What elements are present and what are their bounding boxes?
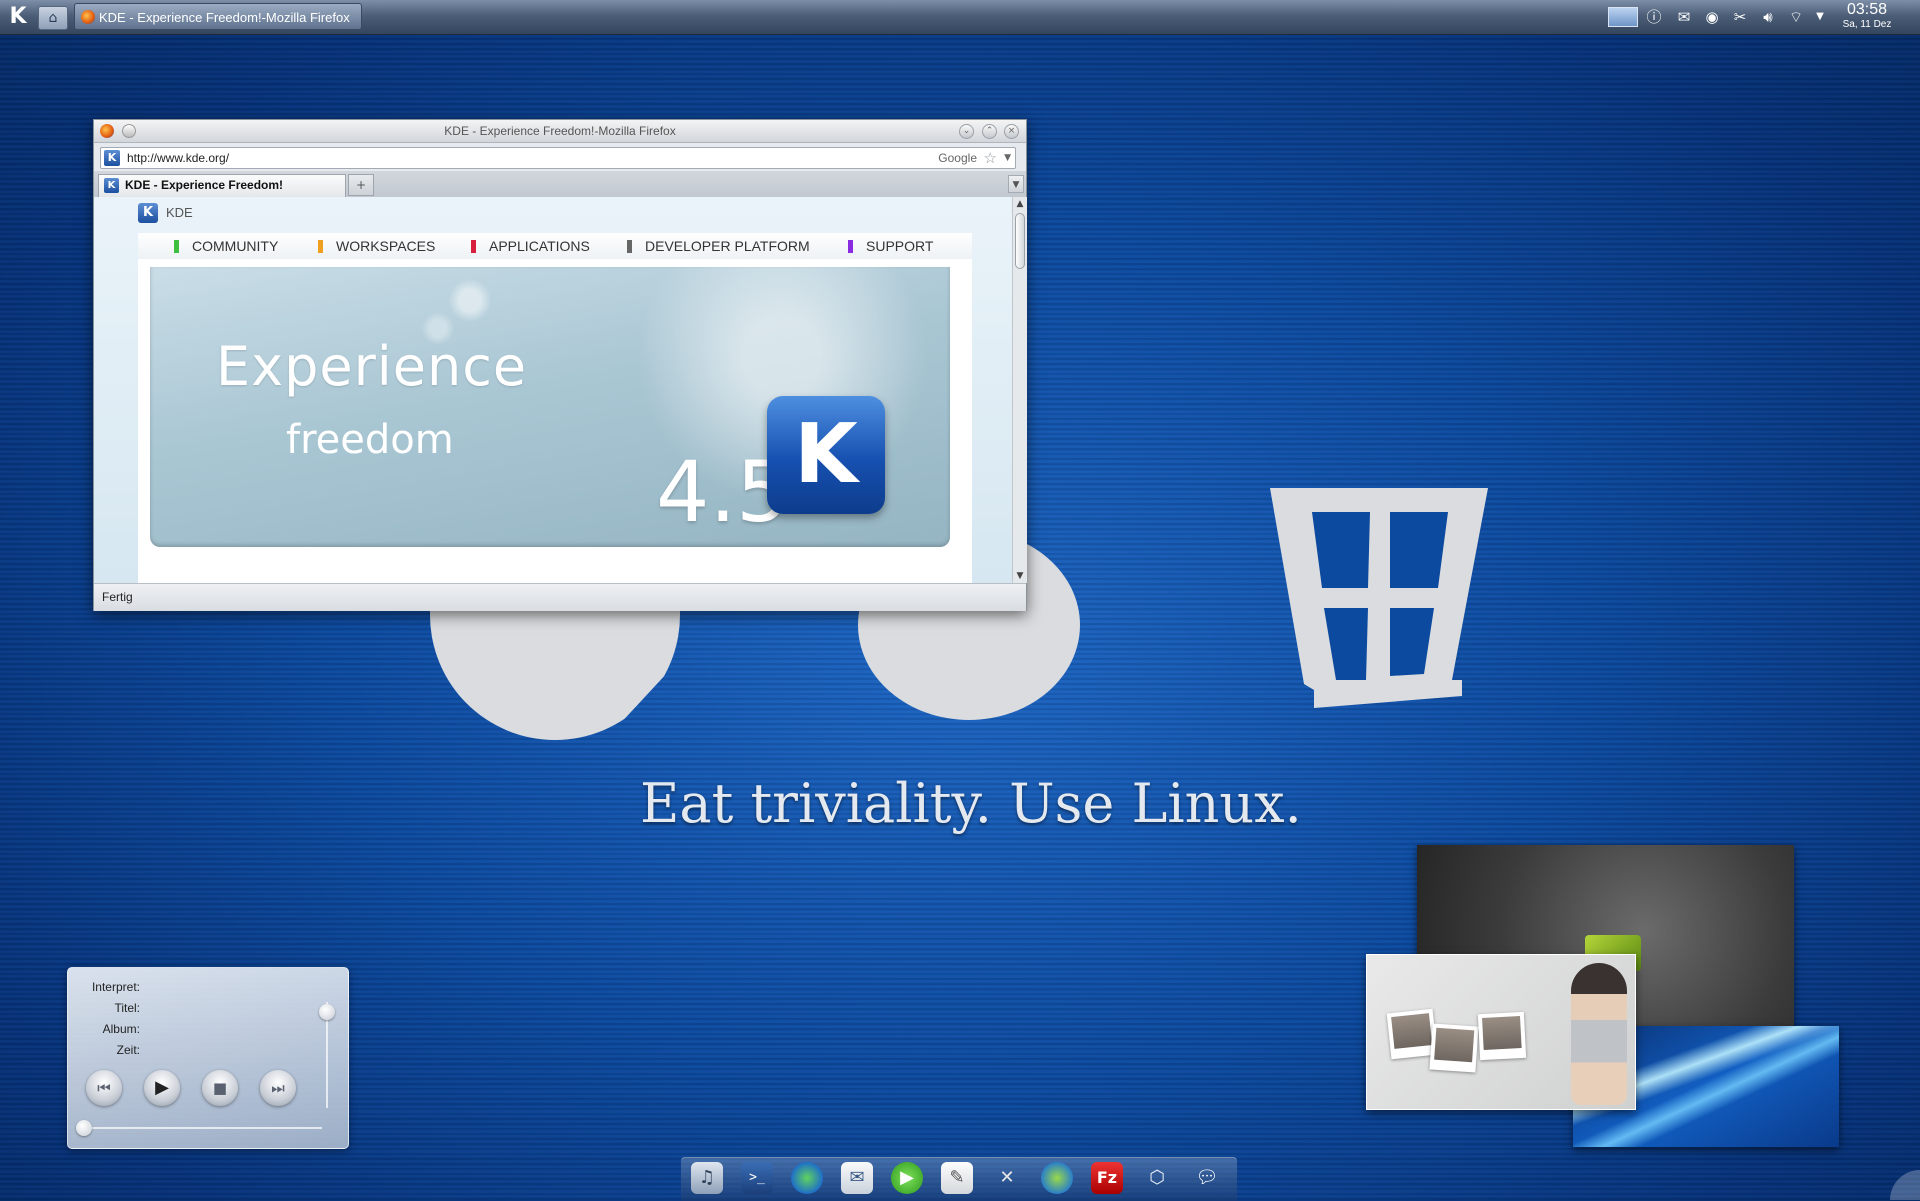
kde-banner[interactable]: Experience freedom 4.5 K <box>150 267 950 547</box>
media-player-widget[interactable]: Interpret: Titel: Album: Zeit: ⏮ ▶ ■ ⏭ <box>67 967 349 1149</box>
clock-time: 03:58 <box>1846 1 1888 18</box>
taskbar-task-label: KDE - Experience Freedom!-Mozilla Firefo… <box>99 10 350 25</box>
stop-button[interactable]: ■ <box>202 1070 238 1106</box>
previous-track-button[interactable]: ⏮ <box>86 1070 122 1106</box>
kde-gear-logo-icon: K <box>767 396 885 514</box>
tray-expand-icon[interactable]: ▼ <box>1808 4 1832 30</box>
top-panel: K ⌂ KDE - Experience Freedom!-Mozilla Fi… <box>0 0 1920 35</box>
nav-label: COMMUNITY <box>192 238 279 254</box>
seek-slider-handle[interactable] <box>76 1120 92 1136</box>
update-icon[interactable]: ◉ <box>1700 4 1724 30</box>
album-label: Album: <box>102 1022 140 1036</box>
photo-frame-woman[interactable] <box>1366 954 1636 1110</box>
status-text: Fertig <box>102 590 133 604</box>
volume-icon[interactable]: 🔊︎ <box>1756 4 1780 30</box>
wifi-icon[interactable]: ⌔ <box>1784 4 1808 30</box>
url-text[interactable]: http://www.kde.org/ <box>127 148 229 168</box>
firefox-window[interactable]: KDE - Experience Freedom!-Mozilla Firefo… <box>93 119 1027 611</box>
tab-bar: K KDE - Experience Freedom! + ▼ <box>94 171 1026 198</box>
tools-icon[interactable]: ✕ <box>991 1162 1023 1194</box>
window-title: KDE - Experience Freedom!-Mozilla Firefo… <box>444 124 676 138</box>
wallpaper-glass-icon <box>1266 484 1492 714</box>
maximize-button[interactable]: ⌃ <box>982 124 997 139</box>
new-tab-button[interactable]: + <box>348 174 374 196</box>
woman-figure <box>1571 963 1627 1105</box>
play-icon[interactable]: ▶ <box>891 1162 923 1194</box>
vertical-scrollbar[interactable]: ▲ ▼ <box>1012 197 1027 583</box>
nav-label: APPLICATIONS <box>489 238 590 254</box>
window-titlebar[interactable]: KDE - Experience Freedom!-Mozilla Firefo… <box>94 120 1026 143</box>
clock-date: Sa, 11 Dez <box>1842 19 1892 30</box>
next-track-button[interactable]: ⏭ <box>260 1070 296 1106</box>
digital-clock[interactable]: 03:58 Sa, 11 Dez <box>1832 1 1902 31</box>
search-engine-label[interactable]: Google <box>938 148 977 168</box>
package-icon[interactable]: ⬡ <box>1141 1162 1173 1194</box>
terminal-icon[interactable]: >_ <box>741 1162 773 1194</box>
nav-label: WORKSPACES <box>336 238 436 254</box>
nav-label: SUPPORT <box>866 238 934 254</box>
tab-title: KDE - Experience Freedom! <box>125 178 284 192</box>
banner-headline: Experience <box>216 335 528 398</box>
status-bar: Fertig <box>94 583 1026 611</box>
kde-logo-icon[interactable]: K <box>138 203 158 223</box>
chat-icon[interactable]: 💬︎ <box>1191 1162 1223 1194</box>
nav-color-bar <box>848 240 853 253</box>
nav-color-bar <box>627 240 632 253</box>
wallpaper-slogan: Eat triviality. Use Linux. <box>640 772 1302 835</box>
page-content: K KDE COMMUNITY WORKSPACES APPLICATIONS … <box>94 197 1012 583</box>
nav-support[interactable]: SUPPORT <box>848 233 933 259</box>
banner-subline: freedom <box>286 417 454 463</box>
tab-list-button[interactable]: ▼ <box>1008 175 1024 193</box>
application-dock: ♫ >_ ✉ ▶ ✎ ✕ Fz ⬡ 💬︎ <box>681 1157 1237 1201</box>
tab-kde[interactable]: K KDE - Experience Freedom! <box>98 174 346 197</box>
nav-community[interactable]: COMMUNITY <box>174 233 278 259</box>
speaker-icon[interactable]: ♫ <box>691 1162 723 1194</box>
close-button[interactable]: × <box>1004 124 1019 139</box>
nav-color-bar <box>318 240 323 253</box>
scroll-up-icon[interactable]: ▲ <box>1013 197 1027 211</box>
seek-slider-track[interactable] <box>82 1127 322 1129</box>
volume-slider-handle[interactable] <box>319 1004 335 1020</box>
glass-shape <box>1270 488 1488 708</box>
site-name[interactable]: KDE <box>166 203 193 223</box>
url-history-dropdown-icon[interactable]: ▼ <box>1004 148 1011 168</box>
mail-notifier-icon[interactable]: ✉ <box>1672 4 1696 30</box>
globe-icon[interactable] <box>791 1162 823 1194</box>
filezilla-icon[interactable]: Fz <box>1091 1162 1123 1194</box>
title-label: Titel: <box>114 1001 140 1015</box>
nav-workspaces[interactable]: WORKSPACES <box>318 233 435 259</box>
polaroid-photo <box>1429 1023 1479 1073</box>
banner-container: Experience freedom 4.5 K <box>138 259 972 583</box>
desktop-toolbox-corner[interactable] <box>1890 1170 1920 1200</box>
home-folder-button[interactable]: ⌂ <box>38 6 68 30</box>
scrollbar-thumb[interactable] <box>1015 213 1025 269</box>
url-bar[interactable]: K http://www.kde.org/ Google ☆ ▼ <box>100 147 1016 169</box>
nav-label: DEVELOPER PLATFORM <box>645 238 810 254</box>
navigation-toolbar: K http://www.kde.org/ Google ☆ ▼ <box>94 143 1026 171</box>
kde-favicon-icon: K <box>104 178 119 193</box>
firefox-icon <box>81 10 95 24</box>
artist-label: Interpret: <box>91 980 140 994</box>
mail-icon[interactable]: ✉ <box>841 1162 873 1194</box>
kde-menu-icon[interactable]: K <box>4 3 32 31</box>
kde-favicon-icon: K <box>104 150 120 166</box>
nav-color-bar <box>174 240 179 253</box>
desktop-pager[interactable] <box>1608 7 1638 27</box>
taskbar-task-firefox[interactable]: KDE - Experience Freedom!-Mozilla Firefo… <box>74 3 362 30</box>
polaroid-photo <box>1477 1011 1527 1061</box>
minimize-button[interactable]: ⌄ <box>959 124 974 139</box>
scroll-down-icon[interactable]: ▼ <box>1013 569 1027 583</box>
nav-developer-platform[interactable]: DEVELOPER PLATFORM <box>627 233 810 259</box>
nav-color-bar <box>471 240 476 253</box>
info-icon[interactable]: ⓘ <box>1642 4 1666 30</box>
network-icon[interactable] <box>1041 1162 1073 1194</box>
klipper-icon[interactable]: ✂ <box>1728 4 1752 30</box>
play-button[interactable]: ▶ <box>144 1070 180 1106</box>
site-navigation: COMMUNITY WORKSPACES APPLICATIONS DEVELO… <box>138 233 972 259</box>
time-label: Zeit: <box>116 1043 140 1057</box>
bookmark-star-icon[interactable]: ☆ <box>984 148 997 168</box>
nav-applications[interactable]: APPLICATIONS <box>471 233 590 259</box>
editor-icon[interactable]: ✎ <box>941 1162 973 1194</box>
